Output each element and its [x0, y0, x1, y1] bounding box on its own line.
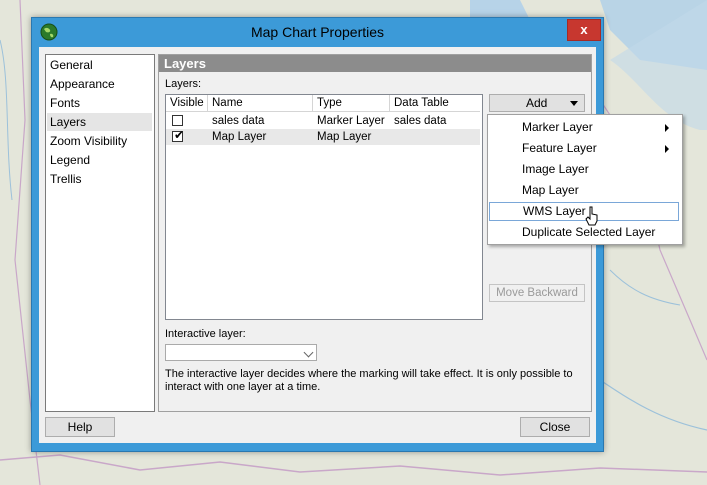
- menu-item-label: Feature Layer: [522, 141, 597, 155]
- nav-item-general[interactable]: General: [47, 56, 152, 74]
- menu-item-feature-layer[interactable]: Feature Layer: [489, 139, 679, 158]
- layer-type: Map Layer: [317, 131, 372, 143]
- mouse-cursor-icon: [585, 206, 598, 226]
- column-header-visible[interactable]: Visible: [166, 95, 208, 112]
- help-button[interactable]: Help: [45, 417, 115, 437]
- close-button[interactable]: Close: [520, 417, 590, 437]
- nav-item-trellis[interactable]: Trellis: [47, 170, 152, 188]
- layer-data-table: sales data: [394, 115, 447, 127]
- nav-item-zoom-visibility[interactable]: Zoom Visibility: [47, 132, 152, 150]
- layers-label: Layers:: [165, 78, 202, 90]
- column-header-type[interactable]: Type: [313, 95, 390, 112]
- layer-name: Map Layer: [212, 131, 267, 143]
- nav-item-legend[interactable]: Legend: [47, 151, 152, 169]
- category-list[interactable]: General Appearance Fonts Layers Zoom Vis…: [45, 54, 155, 412]
- menu-item-map-layer[interactable]: Map Layer: [489, 181, 679, 200]
- menu-item-wms-layer[interactable]: WMS Layer: [489, 202, 679, 221]
- dialog-client-area: General Appearance Fonts Layers Zoom Vis…: [39, 47, 596, 443]
- layer-name: sales data: [212, 115, 265, 127]
- menu-item-marker-layer[interactable]: Marker Layer: [489, 118, 679, 137]
- visible-checkbox[interactable]: [172, 115, 183, 126]
- menu-item-label: Marker Layer: [522, 120, 593, 134]
- chevron-down-icon: [303, 347, 314, 358]
- menu-item-duplicate-selected-layer[interactable]: Duplicate Selected Layer: [489, 223, 679, 242]
- table-row[interactable]: ✔ Map Layer Map Layer: [166, 129, 480, 145]
- window-close-button[interactable]: x: [567, 19, 601, 41]
- nav-item-appearance[interactable]: Appearance: [47, 75, 152, 93]
- add-button-label: Add: [526, 96, 548, 110]
- checkmark-icon: ✔: [174, 128, 185, 142]
- submenu-arrow-icon: [665, 145, 669, 153]
- visible-checkbox[interactable]: ✔: [172, 128, 185, 142]
- panel-title: Layers: [159, 55, 591, 72]
- move-backward-button[interactable]: Move Backward: [489, 284, 585, 302]
- window-title: Map Chart Properties: [250, 24, 385, 40]
- layers-table[interactable]: Visible Name Type Data Table sales data …: [165, 94, 483, 320]
- add-layer-button[interactable]: Add: [489, 94, 585, 112]
- table-row[interactable]: sales data Marker Layer sales data: [166, 113, 480, 129]
- interactive-layer-select[interactable]: [165, 344, 317, 361]
- title-bar[interactable]: Map Chart Properties x: [32, 18, 603, 46]
- column-header-data-table[interactable]: Data Table: [390, 95, 480, 112]
- menu-item-image-layer[interactable]: Image Layer: [489, 160, 679, 179]
- nav-item-layers[interactable]: Layers: [47, 113, 152, 131]
- interactive-layer-label: Interactive layer:: [165, 328, 246, 340]
- submenu-arrow-icon: [665, 124, 669, 132]
- interactive-layer-help-text: The interactive layer decides where the …: [165, 368, 573, 393]
- dropdown-arrow-icon: [570, 101, 578, 106]
- column-header-name[interactable]: Name: [208, 95, 313, 112]
- layer-type: Marker Layer: [317, 115, 385, 127]
- nav-item-fonts[interactable]: Fonts: [47, 94, 152, 112]
